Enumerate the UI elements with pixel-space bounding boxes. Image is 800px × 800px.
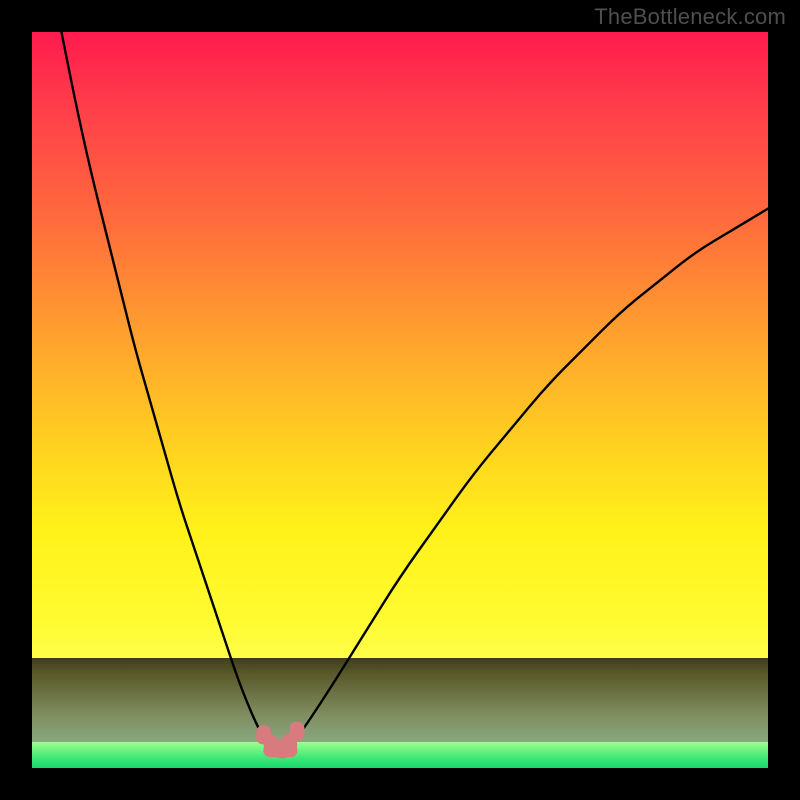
minimum-markers <box>257 722 304 758</box>
bottleneck-curve-svg <box>32 32 768 768</box>
chart-frame: TheBottleneck.com <box>0 0 800 800</box>
plot-area <box>32 32 768 768</box>
minimum-marker <box>290 722 304 740</box>
minimum-band <box>264 745 297 757</box>
watermark-text: TheBottleneck.com <box>594 4 786 30</box>
bottleneck-curve-path <box>61 32 768 750</box>
